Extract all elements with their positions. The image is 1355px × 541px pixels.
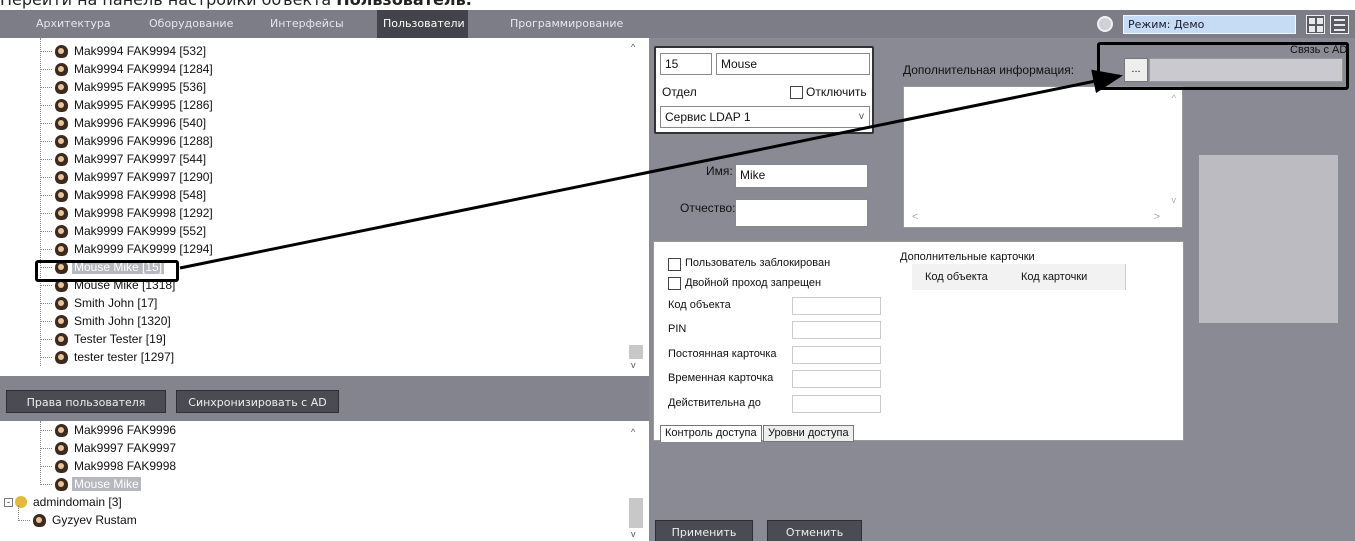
callout-arrow [179, 69, 1123, 270]
